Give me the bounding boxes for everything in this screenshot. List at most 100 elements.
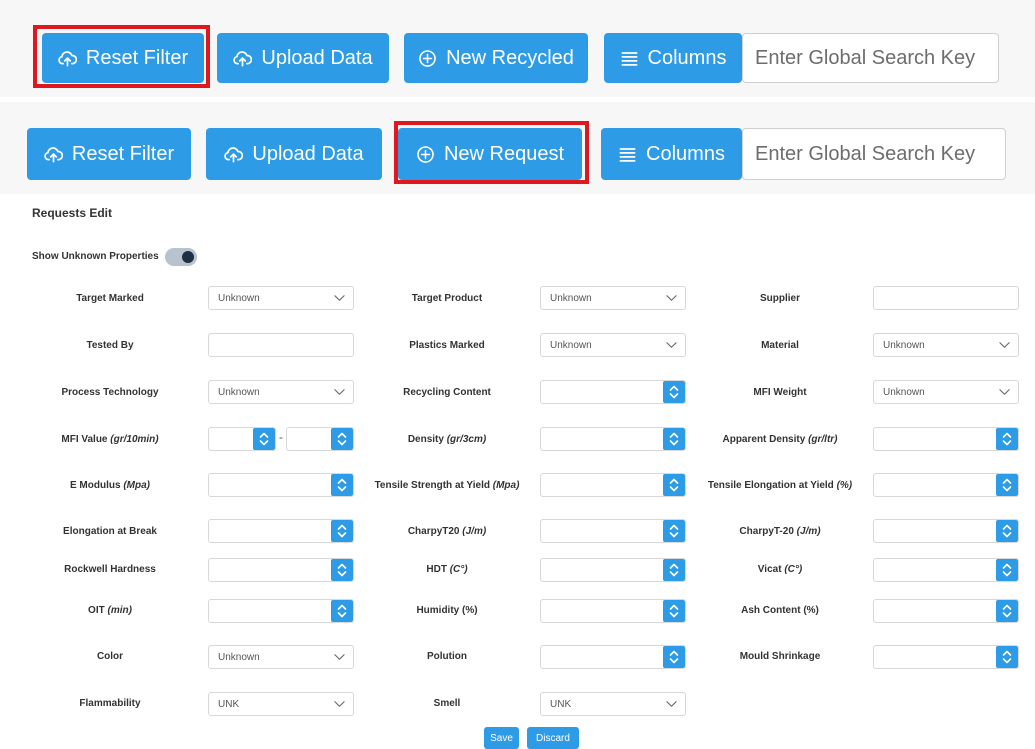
upload-data-label: Upload Data bbox=[252, 142, 364, 165]
target-marked-value: Unknown bbox=[218, 292, 260, 304]
rockwell-stepper[interactable] bbox=[208, 558, 354, 582]
target-product-select[interactable]: Unknown bbox=[540, 286, 686, 310]
spinner-button[interactable] bbox=[996, 520, 1018, 542]
polution-input[interactable] bbox=[541, 646, 661, 668]
elongation-break-stepper[interactable] bbox=[208, 519, 354, 543]
density-stepper[interactable] bbox=[540, 427, 686, 451]
global-search-input[interactable] bbox=[742, 33, 999, 83]
spinner-button[interactable] bbox=[663, 646, 685, 668]
upload-data-button[interactable]: Upload Data bbox=[206, 128, 382, 180]
reset-filter-button[interactable]: Reset Filter bbox=[27, 128, 191, 180]
spinner-button[interactable] bbox=[663, 381, 685, 403]
flammability-label: Flammability bbox=[79, 698, 141, 709]
charpy-t20-stepper[interactable] bbox=[540, 519, 686, 543]
reset-filter-button[interactable]: Reset Filter bbox=[42, 33, 204, 83]
plus-circle-icon bbox=[418, 49, 437, 68]
spinner-button[interactable] bbox=[663, 474, 685, 496]
process-technology-select[interactable]: Unknown bbox=[208, 380, 354, 404]
humidity-stepper[interactable] bbox=[540, 599, 686, 623]
oit-input[interactable] bbox=[209, 600, 329, 622]
charpy-tm20-label: CharpyT-20 (J/m) bbox=[685, 526, 875, 537]
spinner-button[interactable] bbox=[996, 559, 1018, 581]
new-request-button[interactable]: New Request bbox=[398, 128, 582, 180]
spinner-button[interactable] bbox=[331, 428, 353, 450]
mfi-value-max-input[interactable] bbox=[287, 428, 329, 450]
range-separator: - bbox=[279, 430, 283, 444]
e-modulus-input[interactable] bbox=[209, 474, 329, 496]
recycling-content-input[interactable] bbox=[541, 381, 661, 403]
density-input[interactable] bbox=[541, 428, 661, 450]
hdt-stepper[interactable] bbox=[540, 558, 686, 582]
spinner-button[interactable] bbox=[996, 646, 1018, 668]
mfi-value-min-input[interactable] bbox=[209, 428, 251, 450]
material-select[interactable]: Unknown bbox=[873, 333, 1019, 357]
material-label: Material bbox=[761, 340, 799, 351]
recycling-content-stepper[interactable] bbox=[540, 380, 686, 404]
oit-stepper[interactable] bbox=[208, 599, 354, 623]
mfi-weight-select[interactable]: Unknown bbox=[873, 380, 1019, 404]
apparent-density-stepper[interactable] bbox=[873, 427, 1019, 451]
show-unknown-toggle[interactable] bbox=[165, 248, 197, 266]
save-button[interactable]: Save bbox=[484, 727, 519, 749]
spinner-button[interactable] bbox=[996, 474, 1018, 496]
apparent-density-input[interactable] bbox=[874, 428, 994, 450]
mfi-value-min-stepper[interactable] bbox=[208, 427, 276, 451]
supplier-input[interactable] bbox=[873, 286, 1019, 310]
spinner-button[interactable] bbox=[253, 428, 275, 450]
tensile-elongation-stepper[interactable] bbox=[873, 473, 1019, 497]
columns-button[interactable]: Columns bbox=[604, 33, 742, 83]
spinner-button[interactable] bbox=[663, 600, 685, 622]
spinner-button[interactable] bbox=[663, 559, 685, 581]
spinner-button[interactable] bbox=[663, 520, 685, 542]
flammability-select[interactable]: UNK bbox=[208, 692, 354, 716]
chevron-down-icon bbox=[334, 388, 345, 396]
tensile-elongation-input[interactable] bbox=[874, 474, 994, 496]
plastics-marked-select[interactable]: Unknown bbox=[540, 333, 686, 357]
chevron-up-down-icon bbox=[1001, 477, 1013, 493]
spinner-button[interactable] bbox=[996, 600, 1018, 622]
charpy-tm20-label-text: CharpyT-20 bbox=[739, 526, 794, 537]
polution-stepper[interactable] bbox=[540, 645, 686, 669]
color-select[interactable]: Unknown bbox=[208, 645, 354, 669]
rockwell-label: Rockwell Hardness bbox=[64, 564, 156, 575]
tensile-elongation-label-text: Tensile Elongation at Yield bbox=[707, 480, 834, 491]
new-recycled-button[interactable]: New Recycled bbox=[404, 33, 588, 83]
rockwell-input[interactable] bbox=[209, 559, 329, 581]
ash-content-stepper[interactable] bbox=[873, 599, 1019, 623]
spinner-button[interactable] bbox=[331, 520, 353, 542]
vicat-stepper[interactable] bbox=[873, 558, 1019, 582]
material-value: Unknown bbox=[883, 339, 925, 351]
spinner-button[interactable] bbox=[331, 474, 353, 496]
humidity-input[interactable] bbox=[541, 600, 661, 622]
ash-content-input[interactable] bbox=[874, 600, 994, 622]
elongation-break-input[interactable] bbox=[209, 520, 329, 542]
tensile-strength-stepper[interactable] bbox=[540, 473, 686, 497]
charpy-t20-input[interactable] bbox=[541, 520, 661, 542]
tensile-strength-input[interactable] bbox=[541, 474, 661, 496]
spinner-button[interactable] bbox=[331, 600, 353, 622]
e-modulus-stepper[interactable] bbox=[208, 473, 354, 497]
hdt-input[interactable] bbox=[541, 559, 661, 581]
plastics-marked-value: Unknown bbox=[550, 339, 592, 351]
mould-shrinkage-input[interactable] bbox=[874, 646, 994, 668]
spinner-button[interactable] bbox=[996, 428, 1018, 450]
global-search-input[interactable] bbox=[742, 128, 1006, 180]
spinner-button[interactable] bbox=[663, 428, 685, 450]
cloud-upload-icon bbox=[224, 145, 243, 164]
mfi-value-max-stepper[interactable] bbox=[286, 427, 354, 451]
vicat-input[interactable] bbox=[874, 559, 994, 581]
charpy-tm20-stepper[interactable] bbox=[873, 519, 1019, 543]
target-product-value: Unknown bbox=[550, 292, 592, 304]
cloud-upload-icon bbox=[233, 49, 252, 68]
columns-button[interactable]: Columns bbox=[601, 128, 742, 180]
density-unit: (gr/3cm) bbox=[446, 434, 487, 445]
tested-by-input[interactable] bbox=[208, 333, 354, 357]
chevron-up-down-icon bbox=[1001, 523, 1013, 539]
discard-button[interactable]: Discard bbox=[527, 727, 579, 749]
smell-select[interactable]: UNK bbox=[540, 692, 686, 716]
target-marked-select[interactable]: Unknown bbox=[208, 286, 354, 310]
charpy-tm20-input[interactable] bbox=[874, 520, 994, 542]
spinner-button[interactable] bbox=[331, 559, 353, 581]
mould-shrinkage-stepper[interactable] bbox=[873, 645, 1019, 669]
upload-data-button[interactable]: Upload Data bbox=[217, 33, 389, 83]
